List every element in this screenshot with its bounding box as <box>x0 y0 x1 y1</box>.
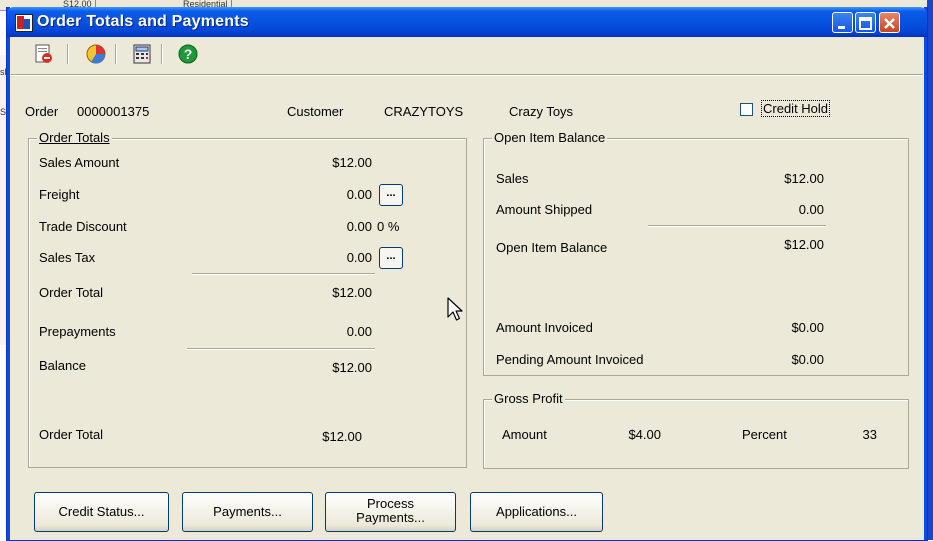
balance-value: $12.00 <box>332 360 372 375</box>
close-button[interactable] <box>879 12 900 33</box>
credit-hold-label[interactable]: Credit Hold <box>761 100 831 117</box>
cancel-order-icon[interactable] <box>33 43 55 65</box>
calculator-icon[interactable] <box>131 43 153 65</box>
amount-shipped-label: Amount Shipped <box>496 202 593 217</box>
freight-value: 0.00 <box>346 187 372 202</box>
oib-sales-label: Sales <box>496 171 529 186</box>
amount-invoiced-label: Amount Invoiced <box>496 320 593 335</box>
order-total-summary-value: $12.00 <box>322 429 362 444</box>
maximize-icon <box>856 14 875 37</box>
order-total-label: Order Total <box>39 285 104 300</box>
balance-label: Balance <box>39 358 86 373</box>
balance-divider <box>187 348 375 350</box>
trade-discount-value: 0.00 <box>346 219 372 234</box>
customer-code: CRAZYTOYS <box>384 104 464 119</box>
prepayments-label: Prepayments <box>39 324 116 339</box>
sales-amount-label: Sales Amount <box>39 155 120 170</box>
toolbar-separator <box>115 44 117 64</box>
toolbar: ? <box>11 39 923 69</box>
freight-details-button[interactable]: ... <box>379 184 403 206</box>
customer-label: Customer <box>287 104 344 119</box>
gross-profit-caption: Gross Profit <box>492 391 565 406</box>
sales-amount-value: $12.00 <box>332 155 372 170</box>
trade-discount-label: Trade Discount <box>39 219 127 234</box>
customer-name: Crazy Toys <box>509 104 574 119</box>
order-totals-caption: Order Totals <box>37 130 112 145</box>
gross-profit-percent-label: Percent <box>742 427 787 442</box>
chart-icon[interactable] <box>85 43 107 65</box>
gross-profit-percent-value: 33 <box>862 427 877 442</box>
order-totals-dialog: Order Totals and Payments ? Order 000000… <box>6 7 928 541</box>
oib-sales-value: $12.00 <box>784 171 824 186</box>
subtotal-divider <box>192 273 375 275</box>
svg-text:?: ? <box>184 46 193 62</box>
gross-profit-amount-value: $4.00 <box>628 427 661 442</box>
open-item-divider <box>648 225 826 227</box>
pending-amount-invoiced-label: Pending Amount Invoiced <box>496 352 644 367</box>
amount-shipped-value: 0.00 <box>798 202 824 217</box>
minimize-button[interactable] <box>832 12 853 33</box>
toolbar-divider <box>11 74 923 76</box>
prepayments-value: 0.00 <box>346 324 372 339</box>
freight-label: Freight <box>39 187 80 202</box>
payments-button[interactable]: Payments... <box>182 492 313 532</box>
sales-tax-details-button[interactable]: ... <box>379 247 403 269</box>
toolbar-separator <box>67 44 69 64</box>
maximize-button[interactable] <box>855 12 876 33</box>
credit-hold-checkbox[interactable] <box>740 103 753 116</box>
title-bar[interactable]: Order Totals and Payments <box>7 7 927 37</box>
open-item-balance-caption: Open Item Balance <box>492 130 608 145</box>
open-item-balance-label: Open Item Balance <box>496 240 608 255</box>
open-item-balance-value: $12.00 <box>784 237 824 252</box>
window-title: Order Totals and Payments <box>37 13 249 30</box>
sales-tax-value: 0.00 <box>346 250 372 265</box>
gross-profit-amount-label: Amount <box>502 427 547 442</box>
order-total-value: $12.00 <box>332 285 372 300</box>
trade-discount-percent: 0 % <box>377 219 400 234</box>
applications-button[interactable]: Applications... <box>470 492 603 532</box>
pending-amount-invoiced-value: $0.00 <box>791 352 824 367</box>
mouse-cursor-icon <box>447 297 465 326</box>
order-number: 0000001375 <box>77 104 150 119</box>
sales-tax-label: Sales Tax <box>39 250 96 265</box>
close-icon <box>880 14 899 37</box>
process-payments-button[interactable]: Process Payments... <box>325 492 456 532</box>
order-label: Order <box>25 104 59 119</box>
open-item-balance-group: Open Item Balance <box>483 130 909 376</box>
credit-status-button[interactable]: Credit Status... <box>34 492 169 532</box>
order-total-summary-label: Order Total <box>39 427 104 442</box>
minimize-icon <box>833 14 852 37</box>
help-icon[interactable]: ? <box>177 43 199 65</box>
amount-invoiced-value: $0.00 <box>791 320 824 335</box>
toolbar-separator <box>161 44 163 64</box>
app-icon <box>15 14 33 32</box>
